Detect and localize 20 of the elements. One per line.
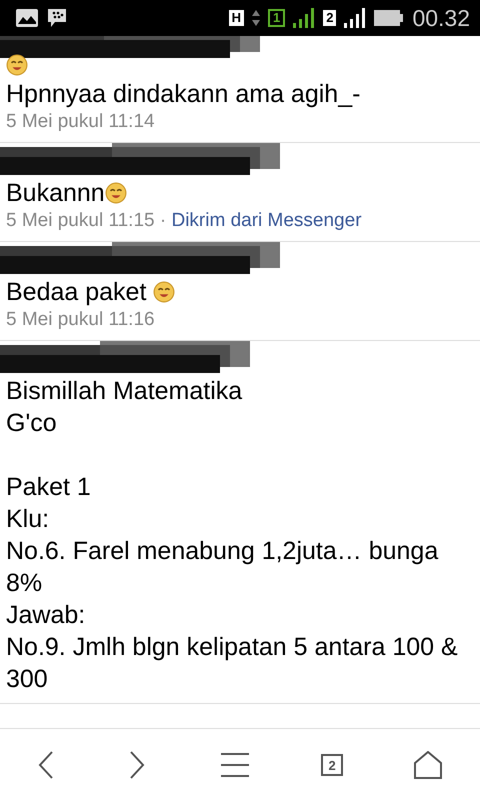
timestamp: 5 Mei pukul 11:14 [6, 111, 155, 132]
chat-bubble-icon [46, 7, 68, 29]
message-text: Hpnnyaa dindakann ama agih_- [6, 79, 362, 110]
timestamp: 5 Mei pukul 11:16 [6, 309, 155, 330]
signal-icon [293, 8, 316, 28]
sent-from-link[interactable]: Dikrim dari Messenger [171, 210, 362, 231]
message-text: Bedaa paket [6, 276, 474, 308]
data-arrows-icon [252, 10, 260, 26]
message-text: Bukannn [6, 177, 474, 209]
battery-icon [374, 9, 404, 27]
timestamp: 5 Mei pukul 11:15 [6, 210, 155, 231]
message-text: Bismillah Matematika G'co Paket 1 Klu: No.6. Farel menabung 1,2juta… bunga 8% Jawab: No.9. Jmlh blgn kelipatan 5 antara 100 & 300 [6, 376, 459, 695]
image-icon [16, 9, 38, 27]
sim-indicator: 2 [323, 10, 336, 26]
network-type: H [228, 10, 244, 26]
tabs-button[interactable]: 2 [321, 754, 344, 776]
clock: 00.32 [412, 4, 470, 32]
signal-icon [344, 8, 366, 28]
separator-dot: · [158, 210, 168, 231]
sim-indicator: 1 [268, 9, 286, 27]
